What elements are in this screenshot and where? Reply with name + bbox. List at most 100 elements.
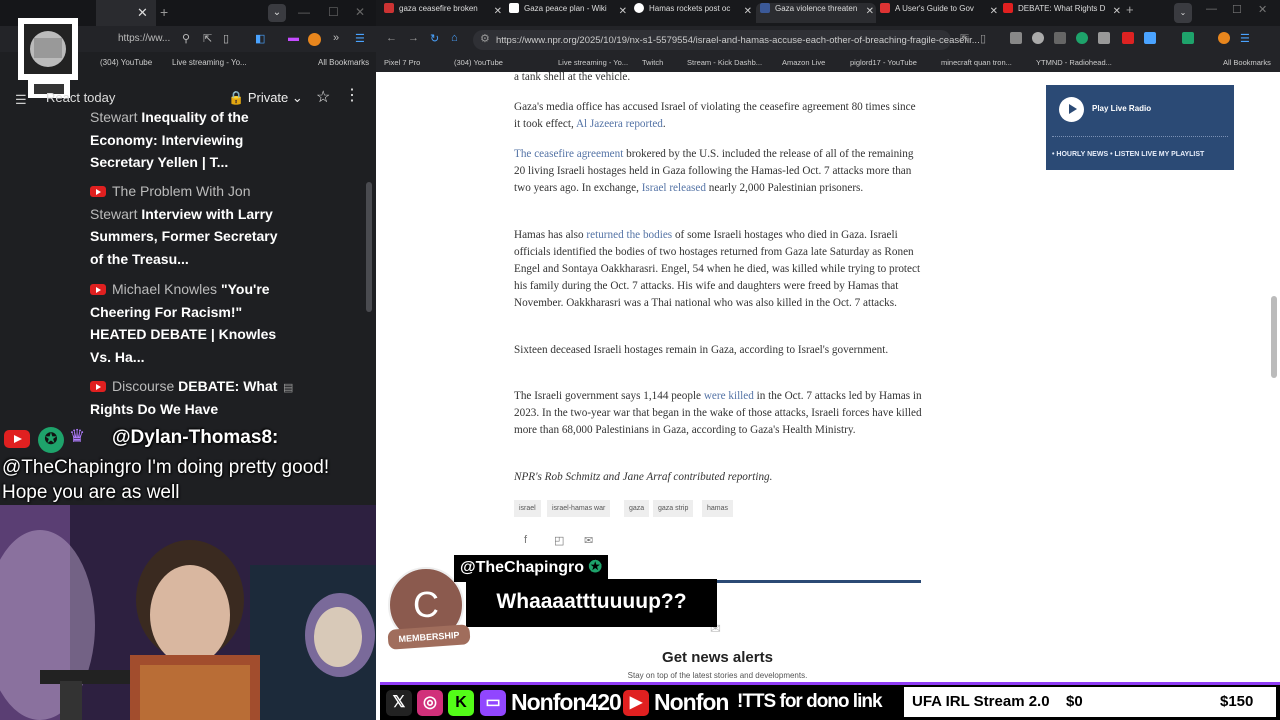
x-icon: 𝕏 [386, 690, 412, 716]
close-tab-icon[interactable]: ✕ [866, 6, 874, 17]
tag-link[interactable]: gaza [624, 500, 650, 517]
home-icon[interactable]: ⌂ [451, 32, 458, 44]
browser-tab[interactable]: A User's Guide to Gov ✕ [880, 3, 1000, 23]
tag-link[interactable]: israel-hamas war [547, 500, 611, 517]
email-share-icon[interactable]: ✉ [584, 534, 593, 547]
bookmark-item[interactable]: (304) YouTube [100, 58, 152, 67]
youtube-icon [4, 430, 30, 448]
maximize-icon[interactable]: ☐ [328, 5, 339, 19]
close-tab-icon[interactable]: ✕ [137, 5, 148, 21]
extension-icon[interactable] [1122, 32, 1134, 44]
close-tab-icon[interactable]: ✕ [744, 6, 752, 17]
hamburger-icon[interactable]: ☰ [15, 92, 27, 108]
bookmark-item[interactable]: piglord17 - YouTube [850, 58, 917, 67]
search-icon[interactable]: ⚲ [182, 32, 190, 45]
bookmark-item[interactable]: Twitch [642, 58, 663, 67]
close-tab-icon[interactable]: ✕ [990, 6, 998, 17]
radio-title[interactable]: Play Live Radio [1092, 104, 1151, 113]
browser-tab[interactable]: gaza ceasefire broken ✕ [384, 3, 504, 23]
feed-item[interactable]: Discourse DEBATE: What Rights Do We Have [90, 375, 280, 420]
tag-link[interactable]: gaza strip [653, 500, 694, 517]
reload-icon[interactable]: ↻ [430, 32, 439, 45]
more-options-icon[interactable]: ⋮ [344, 85, 361, 105]
open-external-icon[interactable]: ⇱ [960, 32, 969, 45]
bookmark-item[interactable]: All Bookmarks [1223, 58, 1271, 67]
bookmark-item[interactable]: Amazon Live [782, 58, 825, 67]
tag-link[interactable]: israel [514, 500, 541, 517]
close-window-icon[interactable]: ✕ [1258, 3, 1267, 23]
extension-icon[interactable]: ▬ [288, 32, 299, 44]
bookmark-item[interactable]: Live streaming - Yo... [172, 58, 247, 67]
chat-overlay: ✪ ♛ @Dylan-Thomas8: @TheChapingro I'm do… [0, 425, 376, 505]
facebook-share-icon[interactable]: f [524, 534, 527, 546]
grammarly-icon[interactable] [1076, 32, 1088, 44]
menu-icon[interactable]: ☰ [1240, 32, 1250, 45]
extension-icon[interactable] [1054, 32, 1066, 44]
screen: ✕ + ⌄ — ☐ ✕ https://ww... ⚲ ⇱ ▯ ◧ ▬ » ☰ … [0, 0, 1280, 720]
comment-icon[interactable]: ▤ [283, 381, 293, 394]
new-tab-icon[interactable]: + [1126, 2, 1134, 22]
bookmark-item[interactable]: (304) YouTube [454, 58, 503, 67]
bookmark-item[interactable]: Stream - Kick Dashb... [687, 58, 762, 67]
menu-icon[interactable]: ☰ [355, 32, 365, 45]
article-link[interactable]: Israel released [642, 182, 706, 194]
close-tab-icon[interactable]: ✕ [494, 6, 502, 17]
star-icon[interactable]: ☆ [316, 87, 330, 107]
extension-icon[interactable]: ◧ [255, 32, 265, 45]
bookmark-item[interactable]: YTMND - Radiohead... [1036, 58, 1112, 67]
tab-title: Gaza violence threaten [775, 4, 858, 13]
extension-icon[interactable] [1032, 32, 1044, 44]
bookmark-item[interactable]: minecraft quan tron... [941, 58, 1012, 67]
url-text[interactable]: https://www.npr.org/2025/10/19/nx-s1-557… [496, 35, 980, 46]
browser-tab[interactable]: DEBATE: What Rights D ✕ [1003, 3, 1123, 23]
radio-links[interactable]: • HOURLY NEWS • LISTEN LIVE MY PLAYLIST [1052, 151, 1204, 158]
youtube-icon [90, 284, 106, 295]
tab-title: Hamas rockets post oc [649, 4, 731, 13]
tag-link[interactable]: hamas [702, 500, 734, 517]
feed-item[interactable]: Michael Knowles "You're Cheering For Rac… [90, 278, 280, 368]
profile-icon[interactable] [1218, 32, 1230, 44]
feed-item[interactable]: The Problem With Jon Stewart Interview w… [90, 180, 280, 270]
close-window-icon[interactable]: ✕ [355, 5, 365, 19]
site-info-icon[interactable]: ⚙ [480, 32, 490, 45]
flipboard-share-icon[interactable]: ◰ [554, 534, 564, 547]
browser-tab[interactable]: Hamas rockets post oc ✕ [634, 3, 754, 23]
bookmark-icon[interactable]: ▯ [223, 32, 229, 45]
browser-tab-active[interactable]: Gaza violence threaten ✕ [756, 3, 876, 23]
left-scrollbar[interactable] [366, 182, 372, 312]
privacy-dropdown[interactable]: 🔒 Private ⌄ [228, 90, 303, 106]
feed-item[interactable]: Stewart Inequality of the Economy: Inter… [90, 106, 280, 174]
extension-icon[interactable] [1144, 32, 1156, 44]
play-icon[interactable] [1059, 97, 1084, 122]
back-icon[interactable]: ← [386, 32, 397, 44]
browser-tab[interactable]: Gaza peace plan - Wiki ✕ [509, 3, 629, 23]
crown-icon: ♛ [69, 426, 86, 446]
chat-message: @TheChapingro I'm doing pretty good! Hop… [2, 457, 330, 503]
maximize-icon[interactable]: ☐ [1232, 3, 1242, 23]
bookmark-item[interactable]: All Bookmarks [318, 58, 369, 67]
article-link[interactable]: The ceasefire agreement [514, 148, 623, 160]
bookmark-icon[interactable]: ▯ [980, 32, 986, 45]
bookmark-item[interactable]: Pixel 7 Pro [384, 58, 420, 67]
forward-icon[interactable]: → [408, 32, 419, 44]
left-url[interactable]: https://ww... [118, 33, 170, 44]
tab-title: A User's Guide to Gov [895, 4, 974, 13]
minimize-icon[interactable]: — [1206, 3, 1217, 23]
extension-icon[interactable] [1182, 32, 1194, 44]
close-tab-icon[interactable]: ✕ [1113, 6, 1121, 17]
article-link[interactable]: Al Jazeera reported [576, 118, 663, 130]
tab-list-chevron-icon[interactable]: ⌄ [1174, 3, 1192, 23]
minimize-icon[interactable]: — [298, 5, 310, 19]
close-tab-icon[interactable]: ✕ [619, 6, 627, 17]
profile-icon[interactable] [308, 33, 321, 46]
open-external-icon[interactable]: ⇱ [203, 32, 212, 45]
more-chevron-icon[interactable]: » [333, 32, 339, 44]
article-link[interactable]: were killed [704, 390, 754, 402]
tab-list-chevron-icon[interactable]: ⌄ [268, 4, 286, 22]
article-link[interactable]: returned the bodies [586, 229, 672, 241]
right-scrollbar[interactable] [1271, 296, 1277, 378]
extension-icon[interactable] [1010, 32, 1022, 44]
extension-icon[interactable] [1098, 32, 1110, 44]
new-tab-icon[interactable]: + [160, 4, 168, 20]
bookmark-item[interactable]: Live streaming - Yo... [558, 58, 628, 67]
